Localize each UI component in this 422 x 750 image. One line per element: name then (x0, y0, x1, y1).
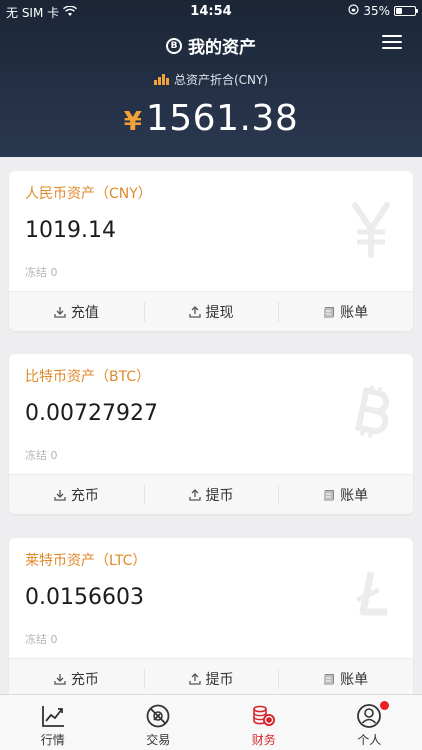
total-subtitle: 总资产折合(CNY) (173, 73, 269, 87)
bill-button[interactable]: 账单 (278, 475, 413, 514)
deposit-label: 充值 (70, 304, 99, 321)
asset-frozen: 冻结 0 (25, 633, 58, 646)
withdraw-button[interactable]: 提币 (143, 475, 279, 514)
deposit-button[interactable]: 充币 (9, 659, 144, 698)
total-subtitle-row: 总资产折合(CNY) (0, 71, 422, 88)
asset-card-btc: 比特币资产（BTC） 0.00727927 冻结 0 充币 提币 账单 (9, 354, 413, 514)
withdraw-button[interactable]: 提现 (143, 292, 279, 331)
tab-finance[interactable]: 财务 (211, 695, 317, 750)
asset-frozen: 冻结 0 (25, 449, 58, 462)
coin-stack-icon (153, 74, 169, 85)
bill-label: 账单 (340, 671, 369, 688)
bill-icon (324, 673, 335, 685)
bitcoin-circle-icon: B (166, 37, 182, 54)
battery-percent: 35% (363, 4, 390, 18)
download-icon (54, 306, 66, 318)
deposit-button[interactable]: 充值 (9, 292, 144, 331)
header: 无 SIM 卡 14:54 35% B 我的资产 总资产折合(CNY) ¥ 15… (0, 0, 422, 157)
tab-trade[interactable]: 交易 (106, 695, 212, 750)
asset-amount: 1019.14 (25, 218, 116, 243)
coins-icon (252, 705, 275, 726)
asset-card-ltc: 莱特币资产（LTC） 0.0156603 冻结 0 充币 提币 账单 (9, 538, 413, 698)
upload-icon (188, 305, 201, 318)
withdraw-label: 提币 (205, 671, 234, 688)
status-bar: 无 SIM 卡 14:54 35% (0, 0, 422, 22)
tab-market[interactable]: 行情 (0, 695, 106, 750)
page-title: 我的资产 (188, 38, 256, 58)
bitcoin-icon (354, 385, 390, 438)
chart-icon (41, 706, 64, 727)
bill-button[interactable]: 账单 (278, 292, 413, 331)
menu-icon (382, 35, 402, 37)
notification-badge (379, 701, 389, 710)
tab-label: 个人 (357, 733, 382, 747)
download-icon (54, 673, 66, 685)
tab-profile[interactable]: 个人 (317, 695, 422, 750)
page-title-row: B 我的资产 (0, 33, 422, 58)
user-icon (357, 704, 382, 728)
litecoin-icon (355, 571, 387, 616)
asset-actions: 充币 提币 账单 (9, 474, 413, 514)
currency-symbol: ¥ (123, 107, 142, 137)
asset-title: 人民币资产（CNY） (25, 186, 152, 202)
lock-rotation-icon (348, 4, 359, 18)
bill-icon (324, 306, 335, 318)
upload-icon (188, 488, 201, 501)
battery-icon (394, 6, 418, 16)
deposit-button[interactable]: 充币 (9, 475, 144, 514)
total-value: 1561.38 (145, 98, 299, 139)
withdraw-label: 提现 (205, 304, 234, 321)
bill-label: 账单 (340, 487, 369, 504)
asset-frozen: 冻结 0 (25, 266, 58, 279)
asset-actions: 充值 提现 账单 (9, 291, 413, 331)
asset-card-cny: 人民币资产（CNY） 1019.14 冻结 0 充值 提现 账单 (9, 171, 413, 331)
withdraw-button[interactable]: 提币 (143, 659, 279, 698)
deposit-label: 充币 (70, 671, 99, 688)
total-assets: ¥ 1561.38 (0, 98, 422, 139)
tab-label: 交易 (146, 733, 171, 747)
tab-label: 财务 (251, 733, 276, 747)
yuan-icon (352, 202, 390, 258)
asset-title: 莱特币资产（LTC） (25, 553, 147, 569)
asset-title: 比特币资产（BTC） (25, 369, 151, 385)
bill-icon (324, 489, 335, 501)
asset-actions: 充币 提币 账单 (9, 658, 413, 698)
compass-icon (146, 704, 170, 728)
download-icon (54, 489, 66, 501)
menu-button[interactable] (382, 35, 402, 51)
tab-label: 行情 (40, 733, 65, 747)
asset-amount: 0.00727927 (25, 401, 158, 426)
asset-amount: 0.0156603 (25, 585, 144, 610)
tab-bar: 行情 交易 财务 个人 (0, 694, 422, 750)
withdraw-label: 提币 (205, 487, 234, 504)
bill-label: 账单 (340, 304, 369, 321)
deposit-label: 充币 (70, 487, 99, 504)
bill-button[interactable]: 账单 (278, 659, 413, 698)
upload-icon (188, 672, 201, 685)
